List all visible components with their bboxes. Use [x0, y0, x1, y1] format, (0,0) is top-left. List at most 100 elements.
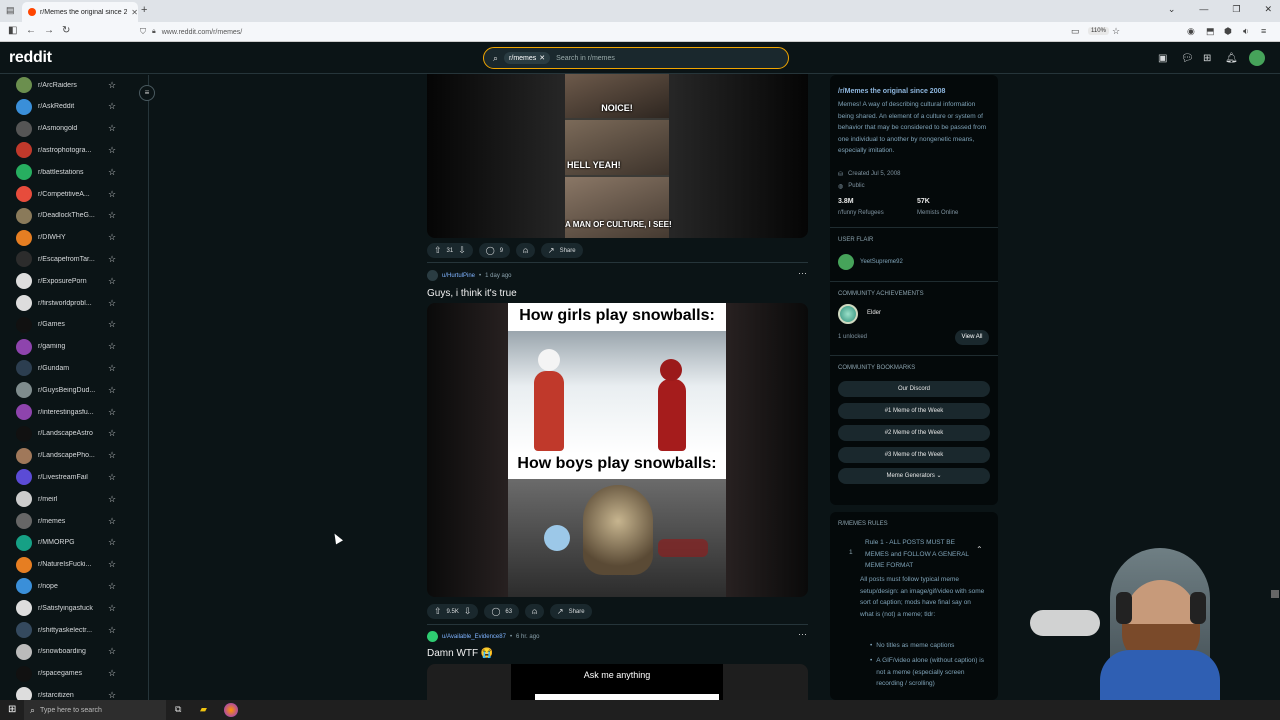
favorite-star-icon[interactable]: ☆: [108, 472, 116, 483]
bookmark-star-icon[interactable]: ☆: [1112, 26, 1120, 37]
search-input[interactable]: ⌕ r/memes ✕ Search in r/memes: [483, 47, 789, 69]
comments-button[interactable]: ◯ 63: [484, 604, 520, 619]
chevron-up-icon[interactable]: ⌃: [976, 545, 983, 554]
sidebar-community-item[interactable]: r/gaming ☆: [16, 337, 126, 357]
sidebar-community-item[interactable]: r/NatureIsFucki... ☆: [16, 555, 126, 575]
more-options-icon[interactable]: ⋯: [798, 629, 807, 640]
user-avatar-icon[interactable]: [427, 270, 438, 281]
list-tabs-icon[interactable]: ⌄: [1168, 4, 1176, 15]
sidebar-community-item[interactable]: r/DIWHY ☆: [16, 228, 126, 248]
sidebar-community-item[interactable]: r/snowboarding ☆: [16, 642, 126, 662]
comments-button[interactable]: ◯ 9: [478, 243, 511, 258]
task-view-icon[interactable]: ⧉: [175, 704, 181, 715]
favorite-star-icon[interactable]: ☆: [108, 407, 116, 418]
favorite-star-icon[interactable]: ☆: [108, 559, 116, 570]
favorite-star-icon[interactable]: ☆: [108, 581, 116, 592]
sidebar-community-item[interactable]: r/battlestations ☆: [16, 162, 126, 182]
sidebar-community-item[interactable]: r/CompetitiveA... ☆: [16, 184, 126, 204]
favorite-star-icon[interactable]: ☆: [108, 145, 116, 156]
post-title[interactable]: Guys, i think it's true: [427, 288, 517, 299]
favorite-star-icon[interactable]: ☆: [108, 516, 116, 527]
flair-avatar[interactable]: [838, 254, 854, 270]
zoom-level[interactable]: 110%: [1088, 27, 1109, 35]
post-media[interactable]: How girls play snowballs: How boys play …: [427, 303, 808, 597]
bookmark-discord-button[interactable]: Our Discord: [838, 381, 990, 397]
downvote-icon[interactable]: ⇩: [458, 245, 466, 256]
favorite-star-icon[interactable]: ☆: [108, 603, 116, 614]
sidebar-community-item[interactable]: r/Gundam ☆: [16, 358, 126, 378]
user-avatar[interactable]: [1249, 50, 1265, 66]
menu-icon[interactable]: ≡: [1261, 26, 1266, 36]
sidebar-community-item[interactable]: r/GuysBeingDud... ☆: [16, 380, 126, 400]
browser-tab[interactable]: r/Memes the original since 2008 ✕: [22, 2, 138, 22]
post-author[interactable]: u/Available_Evidence87: [442, 634, 506, 640]
award-button[interactable]: ⍝: [525, 604, 544, 619]
view-all-button[interactable]: View All: [955, 330, 989, 345]
post-media[interactable]: Ask me anything: [427, 664, 808, 700]
sidebar-community-item[interactable]: r/Asmongold ☆: [16, 119, 126, 139]
favorite-star-icon[interactable]: ☆: [108, 428, 116, 439]
favorite-star-icon[interactable]: ☆: [108, 385, 116, 396]
sidebar-community-item[interactable]: r/interestingasfu... ☆: [16, 402, 126, 422]
reddit-logo[interactable]: reddit: [9, 49, 52, 67]
sidebar-community-item[interactable]: r/AskReddit ☆: [16, 97, 126, 117]
favorite-star-icon[interactable]: ☆: [108, 625, 116, 636]
favorite-star-icon[interactable]: ☆: [108, 494, 116, 505]
favorite-star-icon[interactable]: ☆: [108, 646, 116, 657]
sidebar-community-item[interactable]: r/nope ☆: [16, 576, 126, 596]
favorite-star-icon[interactable]: ☆: [108, 341, 116, 352]
favorite-star-icon[interactable]: ☆: [108, 450, 116, 461]
post-media[interactable]: NOICE! HELL YEAH! A MAN OF CULTURE, I SE…: [427, 74, 808, 238]
taskbar-search-input[interactable]: ⌕ Type here to search: [24, 700, 166, 720]
award-button[interactable]: ⍝: [516, 243, 535, 258]
remove-chip-icon[interactable]: ✕: [539, 54, 545, 62]
post-title[interactable]: Damn WTF 😭: [427, 648, 493, 659]
sidebar-community-item[interactable]: r/spacegames ☆: [16, 664, 126, 684]
minimize-icon[interactable]: —: [1199, 4, 1208, 15]
favorite-star-icon[interactable]: ☆: [108, 254, 116, 265]
sidebar-community-item[interactable]: r/LivestreamFail ☆: [16, 467, 126, 487]
sidebar-community-item[interactable]: r/meirl ☆: [16, 489, 126, 509]
bookmark-meme-week-2-button[interactable]: #2 Meme of the Week: [838, 425, 990, 441]
volume-icon[interactable]: 🔉︎: [1243, 26, 1249, 37]
close-window-icon[interactable]: ✕: [1264, 4, 1272, 15]
favorite-star-icon[interactable]: ☆: [108, 363, 116, 374]
forward-icon[interactable]: →: [44, 25, 54, 36]
favorite-star-icon[interactable]: ☆: [108, 101, 116, 112]
firefox-icon[interactable]: [224, 703, 238, 717]
sidebar-panel-icon[interactable]: ◧: [8, 25, 17, 36]
bookmark-meme-week-3-button[interactable]: #3 Meme of the Week: [838, 447, 990, 463]
favorite-star-icon[interactable]: ☆: [108, 123, 116, 134]
pocket-icon[interactable]: ⬒: [1206, 26, 1215, 37]
close-tab-icon[interactable]: ✕: [131, 8, 138, 17]
bookmark-meme-week-1-button[interactable]: #1 Meme of the Week: [838, 403, 990, 419]
sidebar-community-item[interactable]: r/MMORPG ☆: [16, 533, 126, 553]
sidebar-community-item[interactable]: r/starcitizen ☆: [16, 685, 126, 700]
favorite-star-icon[interactable]: ☆: [108, 537, 116, 548]
favorite-star-icon[interactable]: ☆: [108, 690, 116, 700]
more-options-icon[interactable]: ⋯: [798, 268, 807, 279]
sidebar-community-item[interactable]: r/DeadlockTheG... ☆: [16, 206, 126, 226]
share-button[interactable]: ↗ Share: [549, 604, 592, 619]
vote-control[interactable]: ⇧ 9.5K ⇩: [427, 604, 479, 619]
bookmark-meme-generators-button[interactable]: Meme Generators ⌄: [838, 468, 990, 484]
create-post-icon[interactable]: ⊞: [1203, 53, 1211, 64]
favorite-star-icon[interactable]: ☆: [108, 232, 116, 243]
address-bar[interactable]: ⛉ 🔒︎ www.reddit.com/r/memes/: [136, 24, 1066, 40]
sidebar-community-item[interactable]: r/EscapefromTar... ☆: [16, 249, 126, 269]
search-scope-chip[interactable]: r/memes ✕: [504, 52, 551, 64]
sidebar-community-item[interactable]: r/LandscapePho... ☆: [16, 446, 126, 466]
reload-icon[interactable]: ↻: [62, 25, 70, 36]
reader-view-icon[interactable]: ▭: [1071, 26, 1080, 37]
sidebar-community-item[interactable]: r/firstworldprobl... ☆: [16, 293, 126, 313]
maximize-icon[interactable]: ❐: [1232, 4, 1240, 15]
file-explorer-icon[interactable]: ▰: [200, 704, 207, 715]
back-icon[interactable]: ←: [26, 25, 36, 36]
sidebar-toggle-icon[interactable]: ▤: [6, 5, 15, 16]
sidebar-community-item[interactable]: r/LandscapeAstro ☆: [16, 424, 126, 444]
vote-control[interactable]: ⇧ 31 ⇩: [427, 243, 473, 258]
user-avatar-icon[interactable]: [427, 631, 438, 642]
sidebar-community-item[interactable]: r/shittyaskelectr... ☆: [16, 620, 126, 640]
sidebar-community-item[interactable]: r/astrophotogra... ☆: [16, 140, 126, 160]
upvote-icon[interactable]: ⇧: [434, 245, 442, 256]
